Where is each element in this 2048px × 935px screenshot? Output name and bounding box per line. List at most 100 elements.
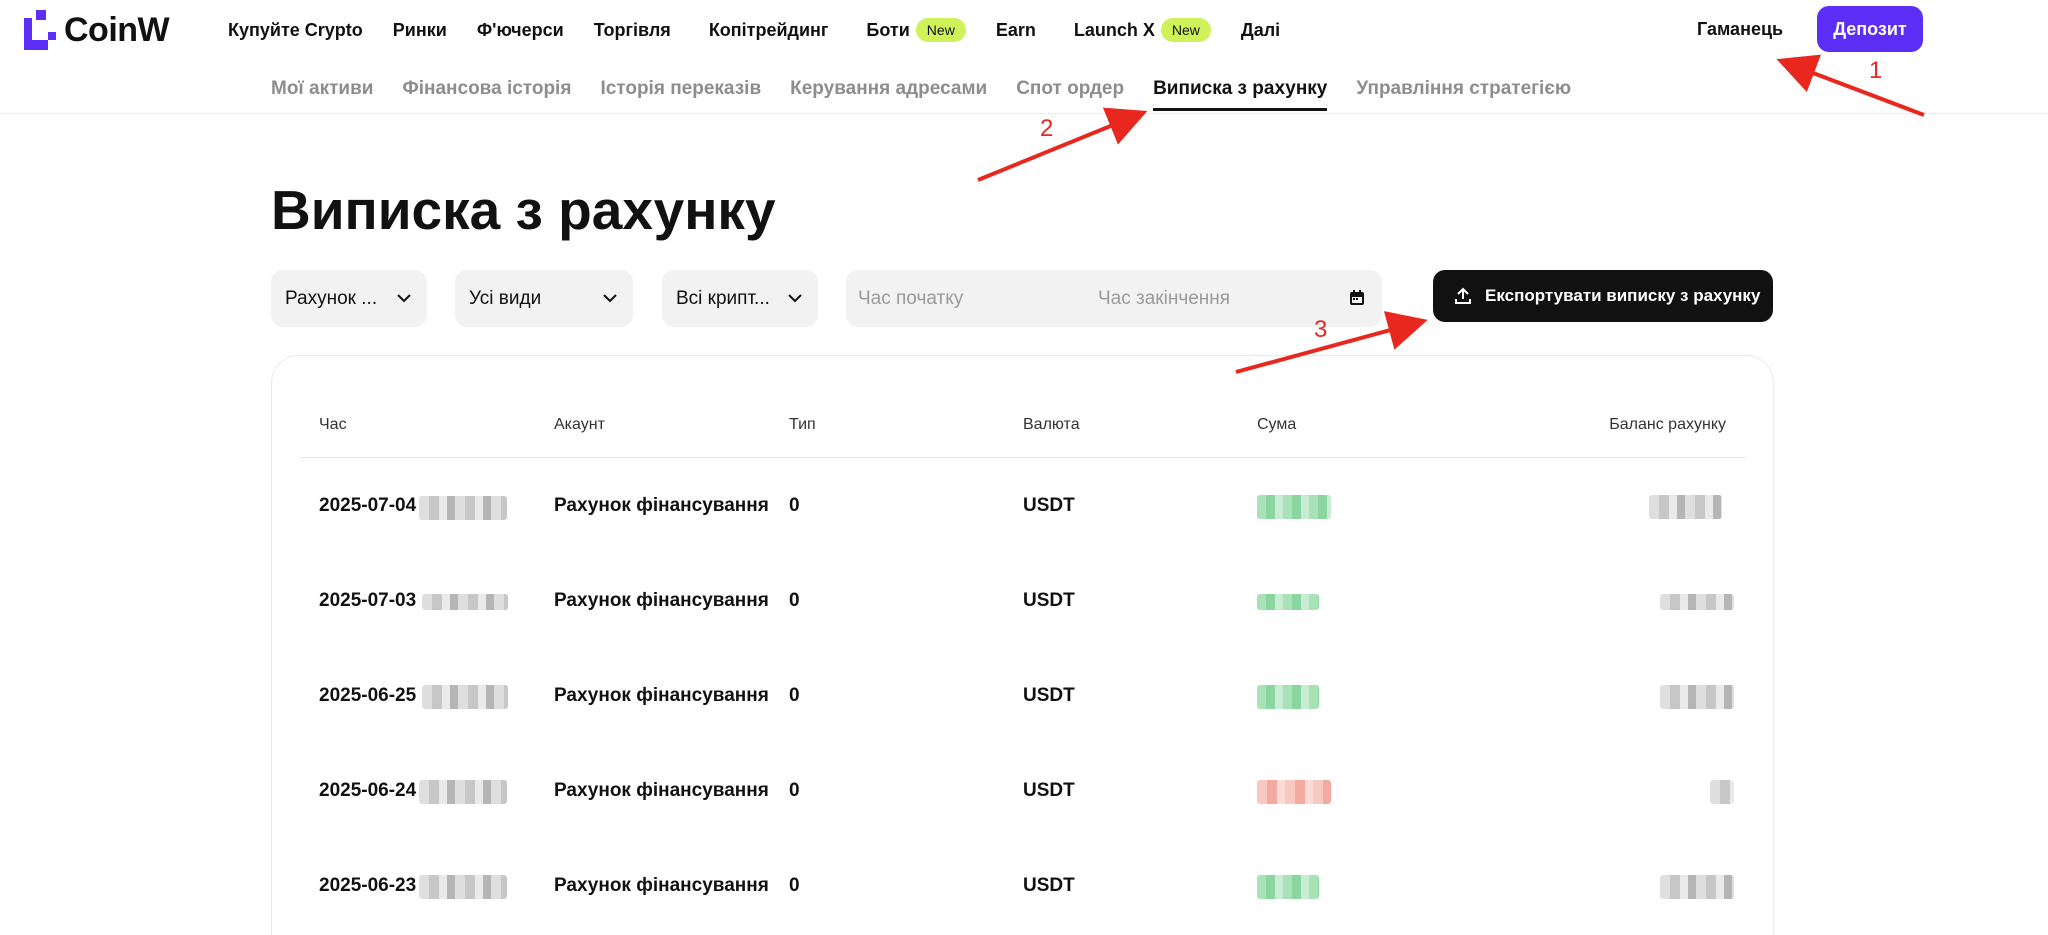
page-title: Виписка з рахунку bbox=[271, 179, 776, 241]
top-navigation: CoinW Купуйте Crypto Ринки Ф'ючерси Торг… bbox=[0, 0, 2048, 60]
coinw-logo-icon bbox=[24, 10, 56, 50]
row-account: Рахунок фінансування bbox=[554, 495, 769, 516]
row-currency: USDT bbox=[1023, 590, 1075, 611]
redacted-balance bbox=[1649, 495, 1722, 519]
column-header-balance: Баланс рахунку bbox=[1609, 416, 1726, 433]
redacted-balance bbox=[1660, 875, 1734, 899]
coinw-logo[interactable]: CoinW bbox=[24, 10, 170, 50]
row-currency: USDT bbox=[1023, 875, 1075, 896]
nav-label: Ф'ючерси bbox=[476, 19, 564, 40]
header-divider bbox=[300, 457, 1746, 458]
tab-my-assets[interactable]: Мої активи bbox=[271, 78, 373, 111]
row-date: 2025-07-04 bbox=[319, 495, 417, 516]
redacted-balance bbox=[1660, 594, 1734, 610]
annotation-number-3: 3 bbox=[1314, 316, 1328, 343]
export-statement-button[interactable]: Експортувати виписку з рахунку bbox=[1433, 270, 1773, 322]
nav-earn[interactable]: Earn bbox=[996, 20, 1036, 41]
redacted-balance bbox=[1660, 685, 1734, 709]
table-row[interactable]: 2025-06-24 Рахунок фінансування 0 USDT bbox=[272, 780, 1775, 820]
redacted-time bbox=[419, 780, 507, 804]
nav-bots[interactable]: Боти New bbox=[866, 18, 966, 42]
tab-financial-history[interactable]: Фінансова історія bbox=[402, 78, 571, 111]
nav-label: Earn bbox=[995, 19, 1036, 40]
table-row[interactable]: 2025-07-03 Рахунок фінансування 0 USDT bbox=[272, 590, 1775, 630]
nav-copytrading[interactable]: Копітрейдинг bbox=[709, 20, 829, 41]
row-account: Рахунок фінансування bbox=[554, 685, 769, 706]
deposit-button[interactable]: Депозит bbox=[1817, 6, 1923, 52]
calendar-icon[interactable] bbox=[1348, 289, 1366, 307]
row-date: 2025-06-25 bbox=[319, 685, 417, 706]
column-header-type: Тип bbox=[789, 416, 816, 433]
column-header-time: Час bbox=[319, 416, 347, 433]
column-header-amount: Сума bbox=[1257, 416, 1297, 433]
upload-icon bbox=[1455, 287, 1471, 304]
tab-address-management[interactable]: Керування адресами bbox=[790, 78, 987, 111]
redacted-amount bbox=[1257, 875, 1319, 899]
nav-label: Далі bbox=[1240, 19, 1281, 40]
nav-label: Копітрейдинг bbox=[708, 19, 829, 40]
redacted-balance bbox=[1710, 780, 1734, 804]
redacted-amount bbox=[1257, 495, 1331, 519]
nav-label: Ринки bbox=[392, 19, 447, 40]
crypto-select[interactable]: Всі крипт... bbox=[662, 270, 818, 327]
chevron-down-icon bbox=[603, 294, 617, 303]
nav-launch-x[interactable]: Launch X New bbox=[1074, 18, 1211, 42]
date-range-picker bbox=[846, 270, 1382, 327]
tab-account-statement[interactable]: Виписка з рахунку bbox=[1153, 78, 1328, 111]
account-select[interactable]: Рахунок ... bbox=[271, 270, 427, 327]
nav-futures[interactable]: Ф'ючерси bbox=[477, 20, 564, 41]
redacted-amount bbox=[1257, 594, 1319, 610]
main-nav: Купуйте Crypto Ринки Ф'ючерси Торгівля К… bbox=[228, 0, 1310, 60]
type-select[interactable]: Усі види bbox=[455, 270, 633, 327]
nav-label: Launch X bbox=[1073, 19, 1155, 40]
arrow-to-statement-tab bbox=[977, 107, 1148, 182]
row-type: 0 bbox=[789, 780, 800, 801]
nav-label: Торгівля bbox=[593, 19, 671, 40]
account-select-value: Рахунок ... bbox=[285, 287, 378, 309]
row-date: 2025-06-24 bbox=[319, 780, 417, 801]
row-date: 2025-06-23 bbox=[319, 875, 417, 896]
statement-table: Час Акаунт Тип Валюта Сума Баланс рахунк… bbox=[271, 355, 1774, 935]
row-type: 0 bbox=[789, 590, 800, 611]
row-currency: USDT bbox=[1023, 495, 1075, 516]
chevron-down-icon bbox=[788, 294, 802, 303]
nav-trading[interactable]: Торгівля bbox=[594, 20, 671, 41]
nav-markets[interactable]: Ринки bbox=[393, 20, 447, 41]
wallet-link[interactable]: Гаманець bbox=[1697, 19, 1783, 40]
tab-strategy-management[interactable]: Управління стратегією bbox=[1356, 78, 1571, 111]
tab-transfer-history[interactable]: Історія переказів bbox=[600, 78, 761, 111]
new-badge: New bbox=[915, 18, 966, 42]
table-row[interactable]: 2025-06-23 Рахунок фінансування 0 USDT bbox=[272, 875, 1775, 915]
end-time-input[interactable] bbox=[1098, 270, 1318, 327]
redacted-time bbox=[419, 875, 507, 899]
column-header-account: Акаунт bbox=[554, 416, 605, 433]
tab-spot-orders[interactable]: Спот ордер bbox=[1016, 78, 1124, 111]
row-currency: USDT bbox=[1023, 780, 1075, 801]
row-account: Рахунок фінансування bbox=[554, 780, 769, 801]
annotation-number-1: 1 bbox=[1869, 57, 1883, 84]
row-type: 0 bbox=[789, 685, 800, 706]
export-label: Експортувати виписку з рахунку bbox=[1485, 286, 1761, 305]
redacted-amount bbox=[1257, 780, 1331, 804]
type-select-value: Усі види bbox=[469, 287, 542, 309]
table-row[interactable]: 2025-07-04 Рахунок фінансування 0 USDT bbox=[272, 495, 1775, 535]
brand-name: CoinW bbox=[64, 10, 170, 49]
row-account: Рахунок фінансування bbox=[554, 590, 769, 611]
nav-more[interactable]: Далі bbox=[1241, 20, 1280, 41]
nav-buy-crypto[interactable]: Купуйте Crypto bbox=[228, 20, 363, 41]
row-account: Рахунок фінансування bbox=[554, 875, 769, 896]
wallet-subnav: Мої активи Фінансова історія Історія пер… bbox=[0, 72, 2048, 114]
crypto-select-value: Всі крипт... bbox=[676, 287, 770, 309]
nav-label: Купуйте Crypto bbox=[228, 19, 363, 40]
redacted-time bbox=[422, 594, 508, 610]
redacted-time bbox=[419, 496, 507, 520]
new-badge: New bbox=[1160, 18, 1211, 42]
start-time-input[interactable] bbox=[858, 270, 1078, 327]
chevron-down-icon bbox=[397, 294, 411, 303]
row-type: 0 bbox=[789, 875, 800, 896]
nav-label: Боти bbox=[866, 19, 910, 40]
column-header-currency: Валюта bbox=[1023, 416, 1080, 433]
table-row[interactable]: 2025-06-25 Рахунок фінансування 0 USDT bbox=[272, 685, 1775, 725]
row-type: 0 bbox=[789, 495, 800, 516]
redacted-time bbox=[422, 685, 508, 709]
